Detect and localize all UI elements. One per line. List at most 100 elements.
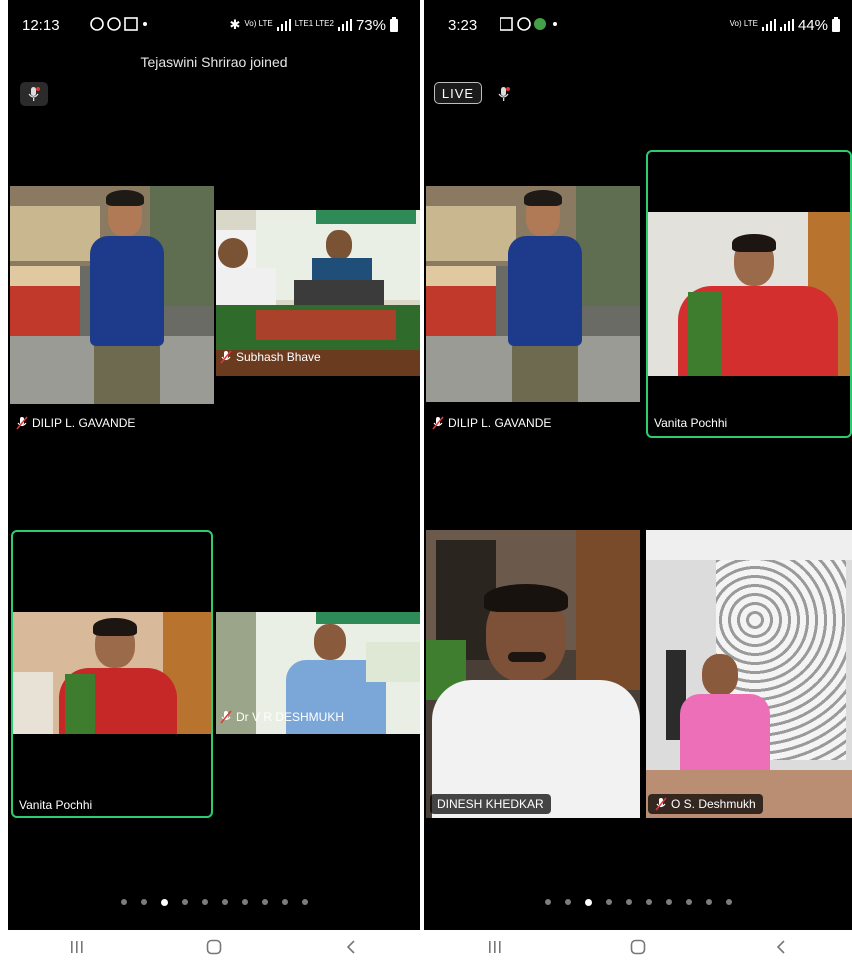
network-label-2: LTE1 LTE2 — [294, 19, 334, 28]
participant-video — [426, 186, 640, 402]
signal-icon-2 — [337, 19, 352, 31]
page-dot[interactable] — [281, 899, 288, 905]
participant-name-label: O S. Deshmukh — [648, 794, 763, 814]
page-dot[interactable] — [201, 899, 208, 905]
muted-mic-icon — [220, 350, 232, 364]
status-bar: 3:23 Vo) LTE 44% — [424, 14, 852, 36]
muted-mic-icon — [655, 797, 667, 811]
participant-video — [646, 530, 852, 818]
mic-icon — [498, 87, 510, 101]
page-dot[interactable] — [241, 899, 248, 905]
page-dot[interactable] — [605, 899, 612, 905]
live-indicator[interactable]: LIVE — [434, 82, 482, 104]
participant-tile[interactable]: DINESH KHEDKAR — [426, 530, 640, 818]
page-dot-active[interactable] — [584, 899, 592, 906]
network-label: Vo) LTE — [244, 19, 273, 28]
page-dot-active[interactable] — [160, 899, 168, 906]
muted-mic-icon — [220, 710, 232, 724]
participant-name-label: DILIP L. GAVANDE — [432, 416, 551, 430]
mic-button[interactable] — [20, 82, 48, 106]
page-indicator[interactable] — [424, 899, 852, 906]
home-icon — [206, 939, 222, 954]
page-dot[interactable] — [725, 899, 732, 905]
app-notification-icons — [499, 16, 557, 31]
participant-tile-active-speaker[interactable]: Vanita Pochhi — [646, 150, 852, 438]
left-phone-screen: 12:13 ✱ Vo) LTE LTE1 LTE2 73% Tejaswini … — [8, 0, 420, 930]
signal-icon-2 — [779, 19, 794, 31]
participant-name: DINESH KHEDKAR — [437, 797, 544, 811]
page-dot[interactable] — [625, 899, 632, 905]
signal-icon — [761, 19, 776, 31]
page-dot[interactable] — [564, 899, 571, 905]
participant-name-label: Dr V R DESHMUKH — [220, 710, 344, 724]
participant-name: DILIP L. GAVANDE — [32, 416, 136, 430]
page-dot[interactable] — [140, 899, 147, 905]
recents-icon — [70, 940, 83, 953]
participant-video — [648, 212, 850, 376]
participant-name-label: Vanita Pochhi — [19, 798, 92, 812]
right-phone-screen: 3:23 Vo) LTE 44% LIVE DILIP L. GAVANDE V… — [424, 0, 852, 930]
participant-tile[interactable]: DILIP L. GAVANDE — [10, 186, 214, 436]
status-right: ✱ Vo) LTE LTE1 LTE2 73% — [229, 16, 398, 34]
participant-tile[interactable]: DILIP L. GAVANDE — [426, 186, 640, 436]
android-nav-bar — [8, 930, 420, 963]
participant-name: Dr V R DESHMUKH — [236, 710, 345, 724]
muted-mic-icon — [432, 416, 444, 430]
network-label: Vo) LTE — [729, 19, 758, 28]
page-dot[interactable] — [665, 899, 672, 905]
mic-button[interactable] — [490, 82, 518, 106]
recents-icon — [489, 940, 501, 953]
battery-percent: 73% — [355, 16, 386, 34]
battery-icon — [832, 16, 840, 32]
notification-icons — [499, 16, 560, 34]
back-button[interactable] — [761, 933, 801, 961]
status-time: 12:13 — [22, 16, 60, 34]
participant-name-label: Subhash Bhave — [220, 350, 321, 364]
recents-button[interactable] — [475, 933, 515, 961]
participant-name-label: DILIP L. GAVANDE — [16, 416, 135, 430]
signal-icon — [276, 19, 291, 31]
page-dot[interactable] — [181, 899, 188, 905]
participant-tile[interactable]: Subhash Bhave — [216, 210, 420, 376]
back-button[interactable] — [331, 933, 371, 961]
page-dot[interactable] — [544, 899, 551, 905]
mic-icon — [28, 87, 40, 101]
recents-button[interactable] — [57, 933, 97, 961]
page-dot[interactable] — [705, 899, 712, 905]
participant-name-label: Vanita Pochhi — [654, 416, 727, 430]
participant-tile[interactable]: Dr V R DESHMUKH — [216, 612, 420, 734]
participant-video — [10, 186, 214, 404]
muted-mic-icon — [16, 416, 28, 430]
back-icon — [347, 939, 355, 954]
participant-tile-active-speaker[interactable]: Vanita Pochhi — [11, 530, 213, 818]
participant-name: DILIP L. GAVANDE — [448, 416, 552, 430]
participant-name-label: DINESH KHEDKAR — [430, 794, 551, 814]
participant-name: Vanita Pochhi — [654, 416, 728, 430]
participant-name: O S. Deshmukh — [671, 797, 756, 811]
home-icon — [630, 939, 646, 954]
page-indicator[interactable] — [8, 899, 420, 906]
back-icon — [776, 939, 785, 954]
page-dot[interactable] — [301, 899, 308, 905]
participant-video — [426, 530, 640, 818]
participant-name: Vanita Pochhi — [19, 798, 93, 812]
status-time: 3:23 — [448, 16, 478, 34]
android-nav-bar — [424, 930, 852, 963]
battery-percent: 44% — [797, 16, 828, 34]
participant-tile[interactable]: O S. Deshmukh — [646, 530, 852, 818]
battery-icon — [390, 16, 398, 32]
participant-video — [13, 612, 211, 734]
page-dot[interactable] — [645, 899, 652, 905]
participant-name: Subhash Bhave — [236, 350, 321, 364]
home-button[interactable] — [194, 933, 234, 961]
home-button[interactable] — [618, 933, 658, 961]
status-right: Vo) LTE 44% — [729, 16, 840, 34]
app-notification-icons — [90, 16, 147, 31]
page-dot[interactable] — [261, 899, 268, 905]
page-dot[interactable] — [221, 899, 228, 905]
page-dot[interactable] — [685, 899, 692, 905]
page-dot[interactable] — [120, 899, 127, 905]
join-notification: Tejaswini Shrirao joined — [140, 54, 288, 70]
notification-icons — [90, 16, 150, 34]
bluetooth-icon: ✱ — [229, 17, 241, 32]
